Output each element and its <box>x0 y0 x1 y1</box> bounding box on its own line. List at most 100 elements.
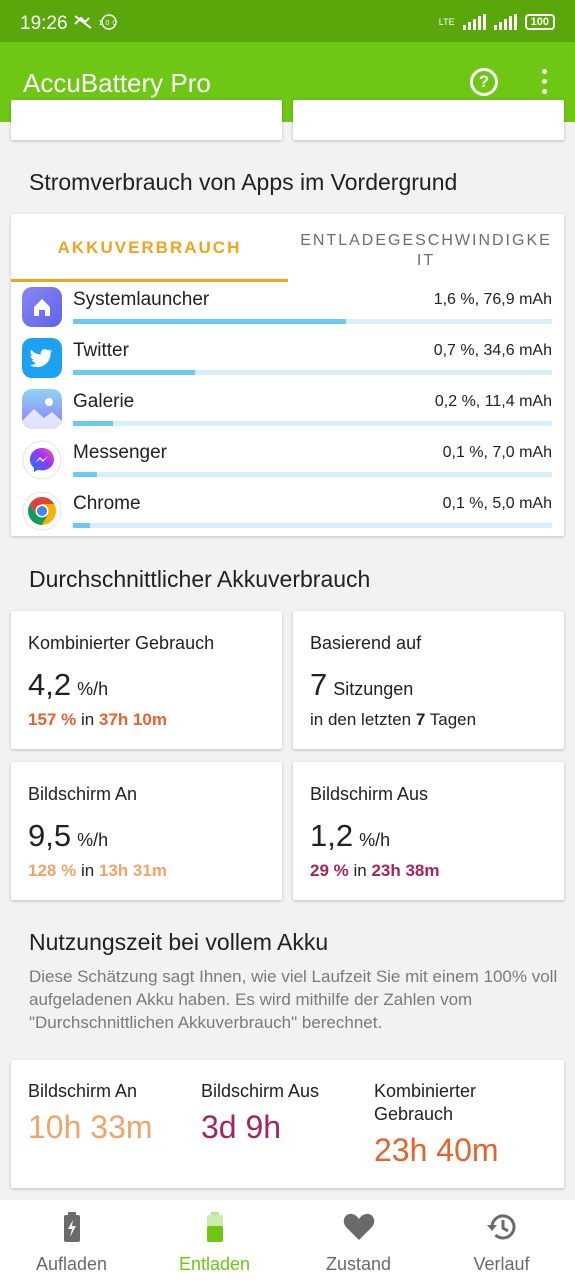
app-usage-value: 0,2 %, 11,4 mAh <box>434 393 552 410</box>
percent: 157 % <box>28 710 77 729</box>
days: 7 <box>415 710 426 729</box>
stat-label: Kombinierter Gebrauch <box>28 633 215 653</box>
stat-value: 4,2 %/h <box>28 667 108 703</box>
app-usage-value: 0,7 %, 34,6 mAh <box>433 342 552 359</box>
usage-bar-track <box>73 523 552 528</box>
stat-sub: in den letzten 7 Tagen <box>310 710 476 730</box>
app-usage-value: 0,1 %, 5,0 mAh <box>442 495 552 512</box>
stat-value: 1,2 %/h <box>310 818 390 854</box>
in-text: in <box>353 861 367 880</box>
full-charge-card: Bildschirm An 10h 33m Bildschirm Aus 3d … <box>11 1060 564 1188</box>
previous-card-left <box>11 100 282 140</box>
app-row[interactable]: Galerie 0,2 %, 11,4 mAh <box>11 386 564 437</box>
foreground-apps-card: AKKUVERBRAUCH ENTLADEGESCHWINDIGKE IT Sy… <box>11 214 564 536</box>
app-name: Systemlauncher <box>73 289 210 310</box>
value: 1,2 <box>310 818 354 853</box>
value: 23h 40m <box>374 1132 499 1168</box>
status-time: 19:26 <box>20 13 68 34</box>
usage-bar-fill <box>73 370 196 375</box>
text: in den letzten <box>310 710 412 729</box>
battery-discharging-icon <box>206 1212 223 1242</box>
tab-indicator <box>11 279 288 282</box>
screen-off-card: Bildschirm Aus 1,2 %/h 29 % in 23h 38m <box>293 762 564 900</box>
usage-bar-fill <box>73 472 97 477</box>
signal-icon <box>462 14 486 30</box>
usage-bar-track <box>73 472 552 477</box>
app-row[interactable]: Systemlauncher 1,6 %, 76,9 mAh <box>11 284 564 335</box>
app-name: Messenger <box>73 442 167 463</box>
previous-card-right <box>293 100 564 140</box>
status-bar: 19:26 100 LTE 100 <box>0 0 575 42</box>
based-on-card: Basierend auf 7 Sitzungen in den letzten … <box>293 611 564 749</box>
usage-bar-track <box>73 319 552 324</box>
percent: 29 % <box>310 861 349 880</box>
launcher-icon <box>22 287 62 327</box>
value: 3d 9h <box>201 1109 282 1145</box>
value: 10h 33m <box>28 1109 153 1145</box>
stat-sub: 128 % in 13h 31m <box>28 861 167 881</box>
tab-akkuverbrauch[interactable]: AKKUVERBRAUCH <box>11 214 288 282</box>
app-name: Chrome <box>73 493 141 514</box>
nav-label: Verlauf <box>473 1254 530 1274</box>
percent: 128 % <box>28 861 77 880</box>
svg-text:100: 100 <box>99 20 120 27</box>
full-charge-heading: Nutzungszeit bei vollem Akku <box>29 929 329 955</box>
chrome-icon <box>22 491 62 531</box>
app-row[interactable]: Chrome 0,1 %, 5,0 mAh <box>11 488 564 539</box>
heart-icon <box>343 1213 374 1240</box>
text: Tagen <box>429 710 477 729</box>
usage-bar-fill <box>73 523 91 528</box>
unit: %/h <box>77 679 109 699</box>
value: 7 <box>310 667 328 702</box>
gallery-icon <box>22 389 62 429</box>
tab-entladegeschwindigkeit[interactable]: ENTLADEGESCHWINDIGKE IT <box>288 214 564 282</box>
usage-bar-fill <box>73 421 113 426</box>
more-vert-icon[interactable] <box>535 69 553 97</box>
app-row[interactable]: Twitter 0,7 %, 34,6 mAh <box>11 335 564 386</box>
unit: Sitzungen <box>333 679 414 699</box>
full-screen-off: Bildschirm Aus 3d 9h <box>201 1080 361 1146</box>
combined-usage-card: Kombinierter Gebrauch 4,2 %/h 157 % in 37… <box>11 611 282 749</box>
app-usage-value: 0,1 %, 7,0 mAh <box>442 444 552 461</box>
nav-entladen[interactable]: Entladen <box>143 1210 286 1275</box>
stat-label: Bildschirm Aus <box>310 784 429 804</box>
label: Kombinierter Gebrauch <box>374 1081 477 1124</box>
app-name: Galerie <box>73 391 135 412</box>
messenger-icon <box>22 440 62 480</box>
label: Bildschirm An <box>28 1081 138 1101</box>
time: 23h 38m <box>371 861 440 880</box>
time: 37h 10m <box>98 710 167 729</box>
tab-label: AKKUVERBRAUCH <box>57 238 242 257</box>
nav-verlauf[interactable]: Verlauf <box>430 1210 573 1275</box>
full-combined: Kombinierter Gebrauch 23h 40m <box>374 1080 524 1169</box>
app-row[interactable]: Messenger 0,1 %, 7,0 mAh <box>11 437 564 488</box>
nav-zustand[interactable]: Zustand <box>287 1210 430 1275</box>
nav-aufladen[interactable]: Aufladen <box>0 1210 143 1275</box>
status-right: LTE 100 <box>439 14 555 30</box>
battery-charging-icon <box>63 1212 80 1242</box>
nav-label: Aufladen <box>35 1254 108 1274</box>
foreground-heading: Stromverbrauch von Apps im Vordergrund <box>29 169 458 195</box>
label: Bildschirm Aus <box>201 1081 320 1101</box>
network-type: LTE <box>438 17 455 27</box>
stat-sub: 157 % in 37h 10m <box>28 710 167 730</box>
twitter-icon <box>22 338 62 378</box>
app-usage-value: 1,6 %, 76,9 mAh <box>433 291 552 308</box>
tabs: AKKUVERBRAUCH ENTLADEGESCHWINDIGKE IT <box>11 214 564 282</box>
time: 13h 31m <box>98 861 167 880</box>
status-icons: 100 <box>73 14 133 34</box>
tab-label: ENTLADEGESCHWINDIGKE IT <box>300 232 552 269</box>
stat-sub: 29 % in 23h 38m <box>310 861 440 881</box>
help-icon[interactable]: ? <box>470 68 498 96</box>
bottom-navigation: Aufladen Entladen Zustand Verlauf <box>0 1200 575 1280</box>
stat-value: 9,5 %/h <box>28 818 108 854</box>
unit: %/h <box>359 830 391 850</box>
in-text: in <box>80 861 95 880</box>
in-text: in <box>80 710 95 729</box>
screen-on-card: Bildschirm An 9,5 %/h 128 % in 13h 31m <box>11 762 282 900</box>
nav-label: Zustand <box>325 1254 392 1274</box>
stat-label: Bildschirm An <box>28 784 138 804</box>
full-charge-description: Diese Schätzung sagt Ihnen, wie viel Lau… <box>29 967 558 1032</box>
value: 9,5 <box>28 818 72 853</box>
average-heading: Durchschnittlicher Akkuverbrauch <box>29 566 371 592</box>
